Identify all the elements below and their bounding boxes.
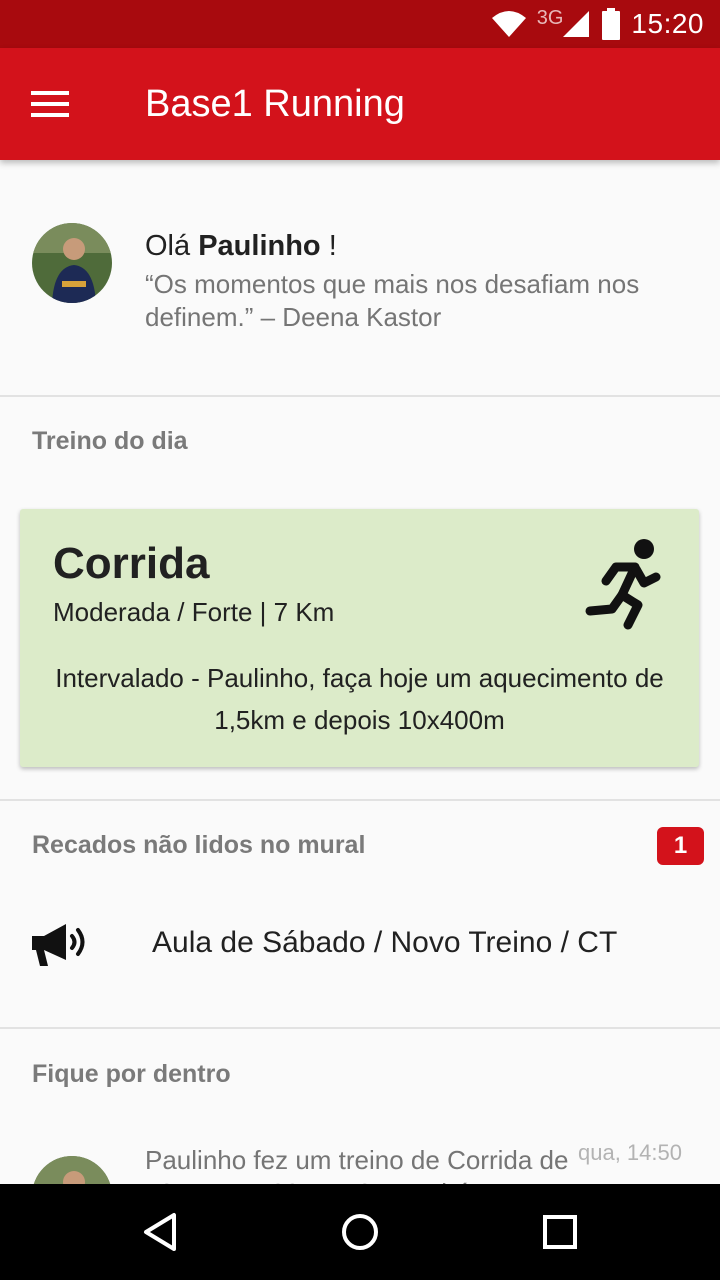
system-nav-bar [0, 1184, 720, 1280]
megaphone-icon [32, 924, 85, 966]
feed-item-text: Paulinho fez um treino de Corrida de 10 … [145, 1145, 569, 1184]
app-title: Base1 Running [145, 83, 405, 125]
main-content[interactable]: Olá Paulinho ! “Os momentos que mais nos… [0, 160, 720, 1184]
runner-icon [585, 539, 661, 630]
divider [0, 799, 720, 801]
unread-count-badge: 1 [657, 827, 704, 865]
avatar-photo [32, 1156, 112, 1184]
home-icon [342, 1214, 378, 1250]
workout-intensity: Moderada / Forte | 7 Km [53, 597, 335, 627]
divider [0, 1027, 720, 1029]
home-button[interactable] [336, 1208, 384, 1256]
workout-card[interactable]: Corrida Moderada / Forte | 7 Km Interval… [20, 509, 699, 767]
mural-message-item[interactable]: Aula de Sábado / Novo Treino / CT [0, 890, 720, 998]
feed-section-label: Fique por dentro [32, 1060, 231, 1088]
battery-icon [602, 8, 621, 40]
greeting-section: Olá Paulinho ! “Os momentos que mais nos… [0, 160, 720, 397]
screen: 3G 15:20 Base1 Running Olá Paulinho ! “O… [0, 0, 720, 1280]
avatar-photo [32, 223, 112, 303]
mural-section-label: Recados não lidos no mural [32, 831, 366, 859]
motivational-quote: “Os momentos que mais nos desafiam nos d… [145, 269, 640, 332]
status-bar: 3G 15:20 [0, 0, 720, 48]
recents-icon [543, 1215, 577, 1249]
workout-section-label: Treino do dia [32, 427, 188, 455]
greeting-suffix: ! [328, 230, 337, 262]
greeting-title: Olá Paulinho ! [145, 230, 337, 263]
wifi-icon [491, 11, 526, 37]
feed-avatar[interactable] [32, 1156, 112, 1184]
workout-description: Intervalado - Paulinho, faça hoje um aqu… [55, 663, 664, 735]
clock: 15:20 [631, 8, 704, 39]
hamburger-icon [31, 91, 69, 117]
mural-message-title: Aula de Sábado / Novo Treino / CT [152, 926, 618, 959]
back-icon [144, 1213, 176, 1251]
feed-item-time: qua, 14:50 [578, 1140, 682, 1165]
signal-icon [563, 11, 590, 37]
workout-title: Corrida [53, 539, 210, 588]
network-type: 3G [536, 6, 564, 29]
back-button[interactable] [136, 1208, 184, 1256]
app-bar: Base1 Running [0, 48, 720, 160]
greeting-hello: Olá [145, 230, 191, 262]
user-name: Paulinho [198, 230, 321, 262]
menu-button[interactable] [28, 82, 72, 126]
feed-item[interactable]: Paulinho fez um treino de Corrida de 10 … [0, 1140, 720, 1184]
avatar[interactable] [32, 223, 112, 303]
recents-button[interactable] [536, 1208, 584, 1256]
